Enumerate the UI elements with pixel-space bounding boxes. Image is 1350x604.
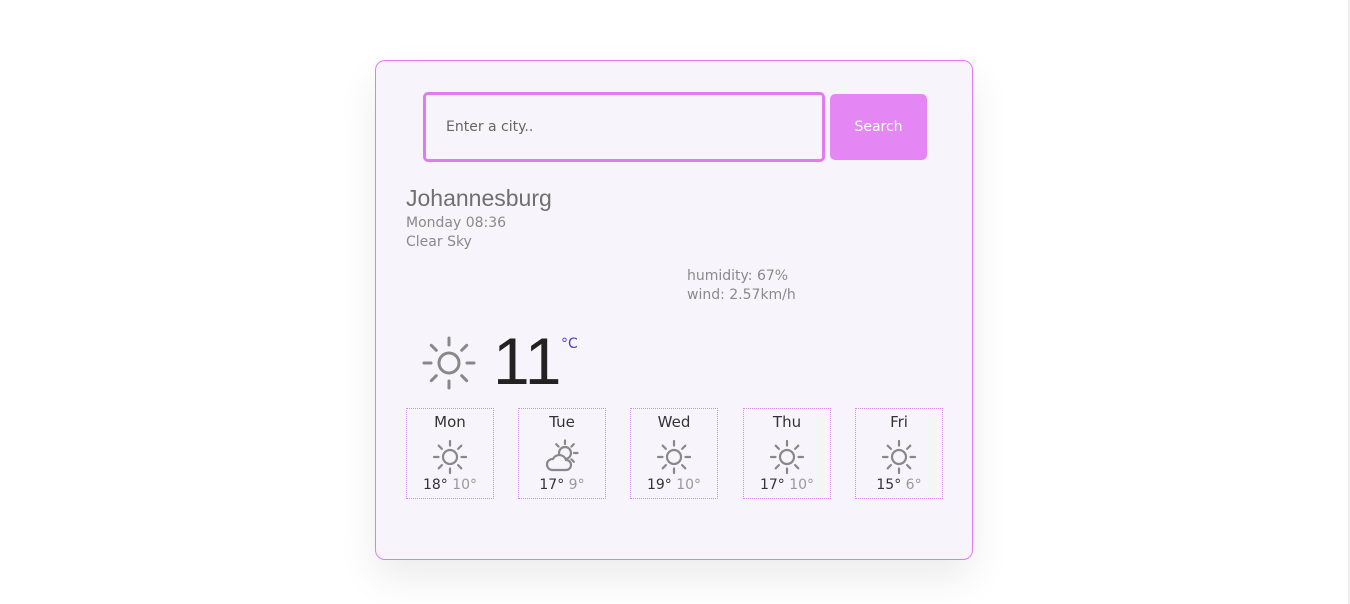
forecast-day-name: Wed — [657, 413, 691, 431]
forecast-temps: 17° 10° — [744, 476, 830, 494]
forecast-min-temp: 9° — [568, 477, 585, 493]
forecast-max-temp: 18° — [422, 477, 448, 493]
search-button[interactable]: Search — [830, 94, 927, 160]
city-search-input[interactable] — [423, 92, 825, 162]
forecast-day: Tue 17° 9° — [518, 408, 606, 499]
forecast-min-temp: 10° — [452, 477, 478, 493]
forecast-day: Fri 15° 6° — [855, 408, 943, 499]
forecast-temps: 15° 6° — [856, 476, 942, 494]
forecast-day-name: Mon — [434, 413, 466, 431]
wind-value: wind: 2.57km/h — [687, 287, 796, 303]
weather-description: Clear Sky — [406, 234, 472, 250]
forecast-day: Mon 18° 10° — [406, 408, 494, 499]
forecast-temps: 18° 10° — [407, 476, 493, 494]
current-datetime: Monday 08:36 — [406, 215, 507, 231]
unit-celsius[interactable]: °C — [561, 336, 578, 352]
forecast-temps: 17° 9° — [519, 476, 605, 494]
forecast-day-name: Thu — [772, 413, 802, 431]
weather-card: Search Johannesburg Monday 08:36 Clear S… — [375, 60, 973, 560]
current-meta: Monday 08:36 Clear Sky — [406, 214, 506, 252]
forecast-day: Wed 19° 10° — [630, 408, 718, 499]
forecast-max-temp: 15° — [876, 477, 902, 493]
sun-cloud-icon — [545, 439, 579, 472]
current-temperature: 11 — [493, 324, 562, 398]
forecast-day: Thu 17° 10° — [743, 408, 831, 499]
sun-icon — [656, 439, 692, 475]
forecast-min-temp: 10° — [676, 477, 702, 493]
forecast-temps: 19° 10° — [631, 476, 717, 494]
forecast-max-temp: 17° — [759, 477, 785, 493]
weather-details: humidity: 67% wind: 2.57km/h — [687, 267, 796, 305]
city-name: Johannesburg — [406, 185, 552, 211]
forecast-day-name: Fri — [890, 413, 908, 431]
humidity-value: humidity: 67% — [687, 268, 789, 284]
sun-icon — [769, 439, 805, 475]
forecast-min-temp: 6° — [905, 477, 922, 493]
forecast-day-name: Tue — [549, 413, 575, 431]
sun-icon — [881, 439, 917, 475]
sun-icon — [422, 336, 476, 390]
sun-icon — [432, 439, 468, 475]
forecast-max-temp: 19° — [646, 477, 672, 493]
forecast-max-temp: 17° — [539, 477, 565, 493]
forecast-min-temp: 10° — [789, 477, 815, 493]
